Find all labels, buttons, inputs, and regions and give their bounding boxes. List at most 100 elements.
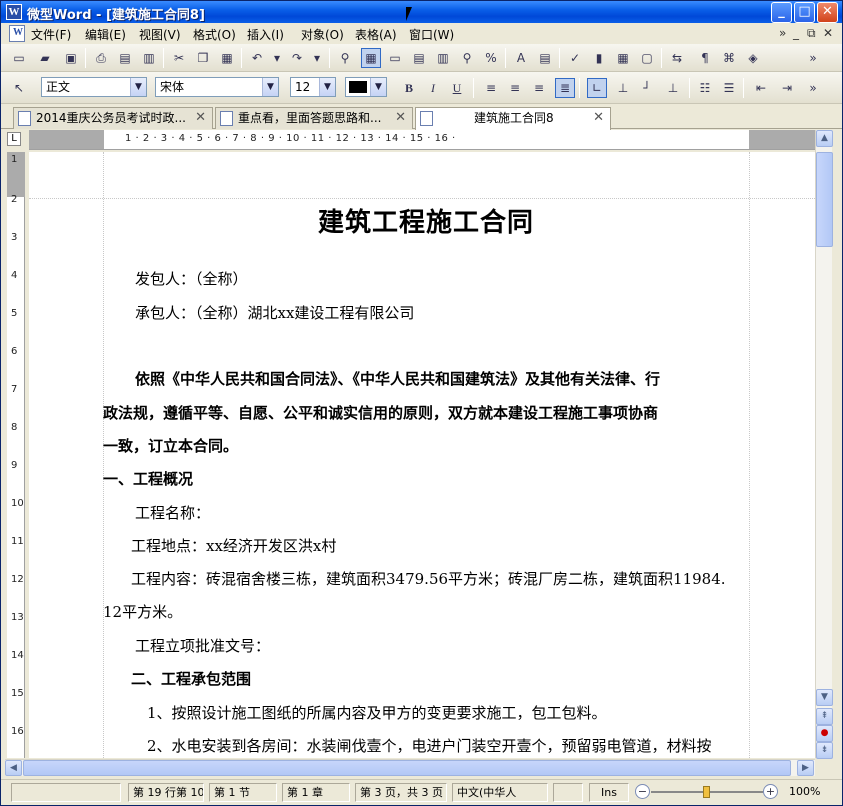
horizontal-scroll-thumb[interactable] bbox=[23, 760, 791, 776]
browse-object-icon[interactable]: ● bbox=[816, 725, 833, 742]
close-tab-icon[interactable]: ✕ bbox=[195, 108, 206, 128]
horizontal-scrollbar[interactable]: ◀ ▶ bbox=[5, 759, 815, 776]
increase-indent-icon[interactable]: ⇥ bbox=[777, 78, 797, 98]
box-icon[interactable]: ◈ bbox=[743, 48, 763, 68]
pdf-icon[interactable]: ▥ bbox=[139, 48, 159, 68]
document-icon[interactable] bbox=[9, 25, 25, 42]
horizontal-ruler[interactable]: 1 · 2 · 3 · 4 · 5 · 6 · 7 · 8 · 9 · 10 ·… bbox=[29, 130, 815, 150]
title-bar[interactable]: W 微型Word - [建筑施工合同8] _ □ ✕ bbox=[1, 1, 842, 23]
tab-center-icon[interactable]: ⊥ bbox=[613, 78, 633, 98]
chevron-down-icon[interactable]: ▼ bbox=[370, 78, 386, 96]
scroll-right-icon[interactable]: ▶ bbox=[797, 760, 814, 776]
navigate-icon[interactable]: ⇆ bbox=[667, 48, 687, 68]
paragraph[interactable]: 工程立项批准文号： bbox=[103, 635, 749, 656]
paragraph[interactable]: 1、按照设计施工图纸的所属内容及甲方的变更要求施工，包工包料。 bbox=[103, 702, 749, 723]
bold-button[interactable]: B bbox=[399, 78, 419, 98]
paragraph-mark-icon[interactable]: ¶ bbox=[695, 48, 715, 68]
find-icon[interactable]: ⚲ bbox=[335, 48, 355, 68]
tab-doc-2[interactable]: 重点看，里面答题思路和... ✕ bbox=[215, 107, 413, 129]
paragraph[interactable]: 工程地点：xx经济开发区洪x村 bbox=[103, 535, 749, 556]
paragraph[interactable]: 政法规，遵循平等、自愿、公平和诚实信用的原则，双方就本建设工程施工事项协商 bbox=[103, 402, 749, 423]
scroll-up-icon[interactable]: ▲ bbox=[816, 130, 833, 147]
redo-icon[interactable]: ↷ bbox=[287, 48, 307, 68]
menu-format[interactable]: 格式(O) bbox=[193, 26, 236, 43]
doc-close-button[interactable]: ✕ bbox=[823, 26, 833, 40]
next-page-icon[interactable]: ⇟ bbox=[816, 742, 833, 759]
zoom-slider-thumb[interactable] bbox=[703, 786, 710, 798]
menu-insert[interactable]: 插入(I) bbox=[247, 26, 284, 43]
print-icon[interactable]: ⎙ bbox=[91, 48, 111, 68]
tab-decimal-icon[interactable]: ⊥ bbox=[663, 78, 683, 98]
paragraph[interactable]: 一致，订立本合同。 bbox=[103, 435, 749, 456]
paragraph[interactable]: 12平方米。 bbox=[103, 601, 749, 622]
zoom-out-button[interactable]: − bbox=[635, 784, 650, 799]
status-insert-mode[interactable]: Ins bbox=[589, 783, 629, 802]
bullet-list-icon[interactable]: ☰ bbox=[719, 78, 739, 98]
align-right-icon[interactable]: ≡ bbox=[529, 78, 549, 98]
doc-minimize-button[interactable]: _ bbox=[793, 26, 799, 40]
page-view-icon[interactable]: ▦ bbox=[361, 48, 381, 68]
font-color-a-icon[interactable]: A bbox=[511, 48, 531, 68]
outline-view-icon[interactable]: ▤ bbox=[409, 48, 429, 68]
copy-icon[interactable]: ❐ bbox=[193, 48, 213, 68]
new-document-icon[interactable]: ▭ bbox=[9, 48, 29, 68]
font-select[interactable]: 宋体 ▼ bbox=[155, 77, 279, 97]
chevron-down-icon[interactable]: ▼ bbox=[262, 78, 278, 96]
redo-dropdown-icon[interactable]: ▾ bbox=[307, 48, 327, 68]
zoom-in-button[interactable]: + bbox=[763, 784, 778, 799]
save-icon[interactable]: ▣ bbox=[61, 48, 81, 68]
tab-left-icon[interactable]: ∟ bbox=[587, 78, 607, 98]
word-app-icon[interactable]: W bbox=[6, 4, 22, 20]
undo-dropdown-icon[interactable]: ▾ bbox=[267, 48, 287, 68]
paragraph[interactable]: 依照《中华人民共和国合同法》、《中华人民共和国建筑法》及其他有关法律、行 bbox=[103, 368, 749, 389]
vertical-ruler[interactable]: 1 2 3 4 5 6 7 8 9 10 11 12 13 14 15 16 bbox=[7, 152, 25, 758]
minimize-button[interactable]: _ bbox=[771, 2, 792, 23]
previous-page-icon[interactable]: ⇞ bbox=[816, 708, 833, 725]
paragraph[interactable]: 工程名称： bbox=[103, 502, 749, 523]
print-preview-icon[interactable]: ▤ bbox=[115, 48, 135, 68]
italic-button[interactable]: I bbox=[423, 78, 443, 98]
menubar-overflow-icon[interactable]: » bbox=[779, 26, 786, 40]
underline-button[interactable]: U bbox=[447, 78, 467, 98]
font-size-select[interactable]: 12 ▼ bbox=[290, 77, 336, 97]
tab-right-icon[interactable]: ┘ bbox=[637, 78, 657, 98]
paste-icon[interactable]: ▦ bbox=[217, 48, 237, 68]
paragraph[interactable]: 2、水电安装到各房间：水装闸伐壹个，电进户门装空开壹个，预留弱电管道，材料按 bbox=[103, 735, 749, 756]
align-center-icon[interactable]: ≡ bbox=[505, 78, 525, 98]
menu-table[interactable]: 表格(A) bbox=[355, 26, 397, 43]
align-justify-icon[interactable]: ≣ bbox=[555, 78, 575, 98]
tab-doc-1[interactable]: 2014重庆公务员考试时政... ✕ bbox=[13, 107, 213, 129]
menu-file[interactable]: 文件(F) bbox=[31, 26, 71, 43]
toolbar-overflow-icon[interactable]: » bbox=[803, 48, 823, 68]
document-title[interactable]: 建筑工程施工合同 bbox=[103, 202, 749, 239]
frame-icon[interactable]: ▢ bbox=[637, 48, 657, 68]
spellcheck-icon[interactable]: ✓ bbox=[565, 48, 585, 68]
section-heading[interactable]: 一、工程概况 bbox=[103, 468, 749, 489]
web-view-icon[interactable]: ▭ bbox=[385, 48, 405, 68]
style-select[interactable]: 正文 ▼ bbox=[41, 77, 147, 97]
close-tab-icon[interactable]: ✕ bbox=[593, 108, 604, 128]
section-heading[interactable]: 二、工程承包范围 bbox=[103, 668, 749, 689]
maximize-button[interactable]: □ bbox=[794, 2, 815, 23]
cut-icon[interactable]: ✂ bbox=[169, 48, 189, 68]
paragraph[interactable]: 发包人：（全称） bbox=[103, 268, 749, 289]
menu-window[interactable]: 窗口(W) bbox=[409, 26, 454, 43]
tab-doc-3[interactable]: 建筑施工合同8 ✕ bbox=[415, 107, 611, 130]
percent-icon[interactable]: % bbox=[481, 48, 501, 68]
insert-text-icon[interactable]: ▤ bbox=[535, 48, 555, 68]
decrease-indent-icon[interactable]: ⇤ bbox=[751, 78, 771, 98]
doc-restore-button[interactable]: ⧉ bbox=[807, 26, 816, 41]
chevron-down-icon[interactable]: ▼ bbox=[130, 78, 146, 96]
align-left-icon[interactable]: ≡ bbox=[481, 78, 501, 98]
format-overflow-icon[interactable]: » bbox=[803, 78, 823, 98]
paragraph[interactable]: 承包人：（全称）湖北xx建设工程有限公司 bbox=[103, 302, 749, 323]
two-page-icon[interactable]: ▥ bbox=[433, 48, 453, 68]
document-canvas[interactable]: 建筑工程施工合同 发包人：（全称） 承包人：（全称）湖北xx建设工程有限公司 依… bbox=[29, 152, 815, 758]
menu-object[interactable]: 对象(O) bbox=[301, 26, 344, 43]
menu-view[interactable]: 视图(V) bbox=[139, 26, 181, 43]
scroll-left-icon[interactable]: ◀ bbox=[5, 760, 22, 776]
style-icon[interactable]: ⌘ bbox=[719, 48, 739, 68]
vertical-scrollbar[interactable]: ▲ ▼ ⇞ ● ⇟ bbox=[815, 130, 833, 759]
select-pointer-icon[interactable]: ↖ bbox=[9, 78, 29, 98]
numbered-list-icon[interactable]: ☷ bbox=[695, 78, 715, 98]
